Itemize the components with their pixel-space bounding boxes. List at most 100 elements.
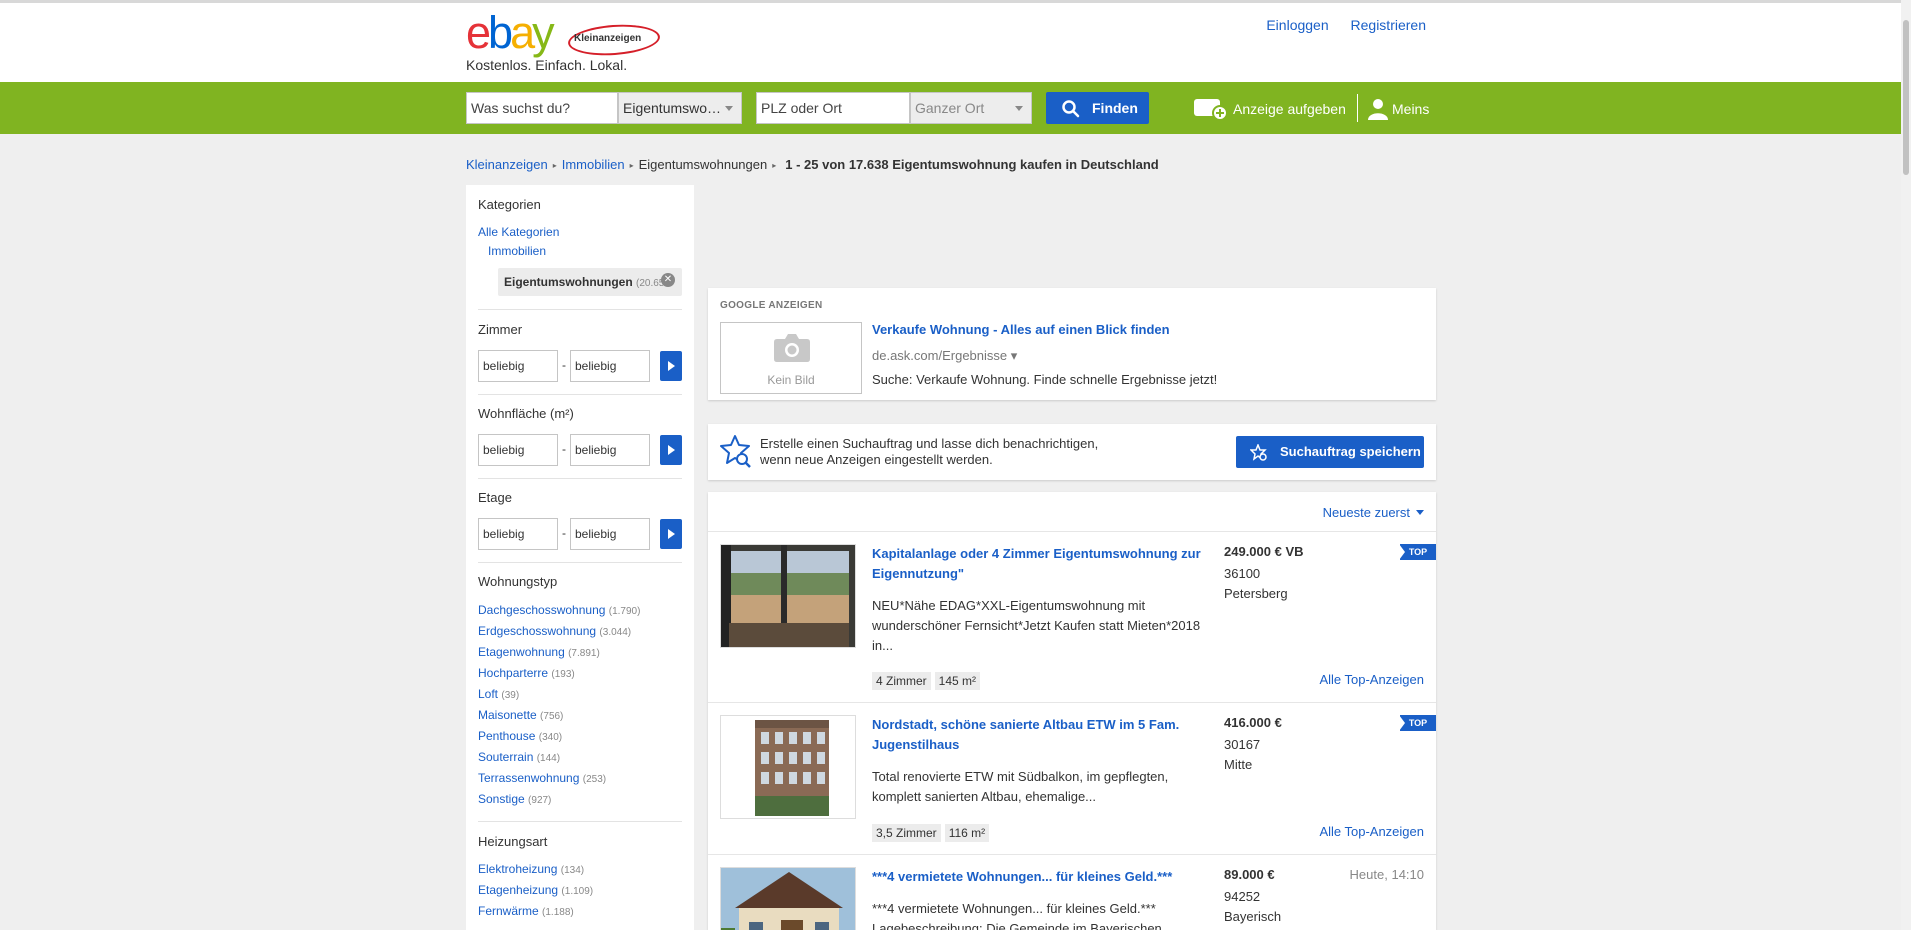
- listing-location: 30167 Mitte: [1224, 735, 1260, 775]
- wohnungstyp-item-dachgeschoss[interactable]: Dachgeschosswohnung (1.790): [478, 603, 640, 617]
- listing-location: 94252 Bayerisch: [1224, 887, 1281, 927]
- google-ad-title-link[interactable]: Verkaufe Wohnung - Alles auf einen Blick…: [872, 322, 1170, 337]
- wohnungstyp-item-erdgeschoss[interactable]: Erdgeschosswohnung (3.044): [478, 624, 631, 638]
- search-icon: [1062, 100, 1080, 118]
- heizungsart-count: (1.188): [542, 907, 574, 918]
- breadcrumb: Kleinanzeigen ▸ Immobilien ▸ Eigentumswohnun…: [466, 157, 1159, 172]
- heizungsart-item-fernwaerme[interactable]: Fernwärme (1.188): [478, 904, 574, 918]
- zimmer-heading: Zimmer: [478, 322, 523, 337]
- filter-sidebar: Kategorien Alle Kategorien Immobilien Ei…: [466, 185, 694, 930]
- wohnungstyp-label: Terrassenwohnung: [478, 771, 580, 785]
- star-search-icon: [720, 435, 751, 468]
- save-search-button[interactable]: Suchauftrag speichern: [1236, 436, 1424, 468]
- kategorien-heading: Kategorien: [478, 197, 541, 212]
- listing-desc: ***4 vermietete Wohnungen... für kleines…: [872, 901, 1162, 930]
- chevron-down-icon: [725, 106, 733, 111]
- breadcrumb-kleinanzeigen[interactable]: Kleinanzeigen: [466, 157, 548, 172]
- user-icon: [1368, 99, 1388, 120]
- listing-title[interactable]: Nordstadt, schöne sanierte Altbau ETW im…: [872, 715, 1212, 755]
- listing-title[interactable]: ***4 vermietete Wohnungen... für kleines…: [872, 867, 1212, 887]
- location-input[interactable]: PLZ oder Ort: [756, 92, 910, 124]
- listing-image[interactable]: [720, 544, 856, 648]
- all-categories-link[interactable]: Alle Kategorien: [478, 225, 559, 239]
- breadcrumb-immobilien[interactable]: Immobilien: [562, 157, 625, 172]
- listing-zip: 94252: [1224, 889, 1261, 904]
- wohnungstyp-item-souterrain[interactable]: Souterrain (144): [478, 750, 560, 764]
- divider: [1357, 94, 1358, 122]
- tagline: Kostenlos. Einfach. Lokal.: [466, 57, 628, 73]
- all-top-ads-link[interactable]: Alle Top-Anzeigen: [1319, 824, 1424, 839]
- etage-apply-button[interactable]: [660, 519, 682, 549]
- wohnungstyp-count: (193): [551, 669, 575, 680]
- radius-select[interactable]: Ganzer Ort: [910, 92, 1032, 124]
- post-ad-icon: [1194, 99, 1228, 121]
- etage-from-input[interactable]: beliebig: [478, 518, 558, 550]
- wohnflaeche-to-input[interactable]: beliebig: [570, 434, 650, 466]
- listing-image[interactable]: [720, 867, 856, 930]
- list-item[interactable]: ***4 vermietete Wohnungen... für kleines…: [708, 855, 1436, 930]
- wohnungstyp-item-etagenwohnung[interactable]: Etagenwohnung (7.891): [478, 645, 600, 659]
- google-ad-url[interactable]: de.ask.com/Ergebnisse ▾: [872, 348, 1017, 364]
- heizungsart-item-elektro[interactable]: Elektroheizung (134): [478, 862, 584, 876]
- wohnungstyp-count: (144): [536, 753, 561, 764]
- tag-area: 145 m²: [934, 672, 981, 690]
- list-item[interactable]: Nordstadt, schöne sanierte Altbau ETW im…: [708, 703, 1436, 854]
- listing-image[interactable]: [720, 715, 856, 819]
- star-search-icon: [1250, 444, 1267, 461]
- wohnungstyp-item-hochparterre[interactable]: Hochparterre (193): [478, 666, 575, 680]
- range-dash: -: [562, 442, 566, 456]
- wohnungstyp-count: (3.044): [599, 627, 632, 638]
- category-select[interactable]: Eigentumswo…: [618, 92, 742, 124]
- caret-right-icon: ▸: [552, 161, 557, 170]
- find-button[interactable]: Finden: [1046, 92, 1149, 124]
- all-top-ads-link[interactable]: Alle Top-Anzeigen: [1319, 672, 1424, 687]
- login-link[interactable]: Einloggen: [1266, 17, 1328, 33]
- listing-title[interactable]: Kapitalanlage oder 4 Zimmer Eigentumswoh…: [872, 544, 1212, 584]
- heizungsart-label: Etagenheizung: [478, 883, 559, 897]
- listing-photo: [721, 716, 855, 818]
- wohnflaeche-from-input[interactable]: beliebig: [478, 434, 558, 466]
- wohnungstyp-label: Erdgeschosswohnung: [478, 624, 597, 638]
- zimmer-from-input[interactable]: beliebig: [478, 350, 558, 382]
- wohnungstyp-item-sonstige[interactable]: Sonstige (927): [478, 792, 551, 806]
- wohnungstyp-item-maisonette[interactable]: Maisonette (756): [478, 708, 563, 722]
- listing-tags: 3,5 Zimmer 116 m²: [872, 824, 993, 842]
- breadcrumb-current: Eigentumswohnungen: [638, 157, 768, 172]
- listing-city: Mitte: [1224, 757, 1253, 772]
- wohnungstyp-count: (927): [528, 795, 552, 806]
- heizungsart-item-etagen[interactable]: Etagenheizung (1.109): [478, 883, 593, 897]
- divider: [478, 478, 682, 479]
- google-ad-card: GOOGLE ANZEIGEN Kein Bild Verkaufe Wohnu…: [708, 288, 1436, 400]
- register-link[interactable]: Registrieren: [1351, 17, 1426, 33]
- wohnungstyp-item-penthouse[interactable]: Penthouse (340): [478, 729, 562, 743]
- listing-photo: [721, 868, 855, 930]
- etage-to-input[interactable]: beliebig: [570, 518, 650, 550]
- wohnflaeche-apply-button[interactable]: [660, 435, 682, 465]
- result-list: Neueste zuerst Kapitalanlage oder 4 Zimm…: [708, 492, 1436, 930]
- range-dash: -: [562, 526, 566, 540]
- divider: [478, 309, 682, 310]
- no-image-label: Kein Bild: [767, 373, 815, 387]
- meins-label: Meins: [1392, 101, 1430, 117]
- list-item[interactable]: Kapitalanlage oder 4 Zimmer Eigentumswoh…: [708, 532, 1436, 702]
- search-input[interactable]: Was suchst du?: [466, 92, 618, 124]
- no-image-placeholder: Kein Bild: [720, 322, 862, 394]
- listing-price: 416.000 €: [1224, 715, 1282, 730]
- caret-right-icon: ▸: [772, 161, 777, 170]
- top-badge: TOP: [1399, 715, 1436, 731]
- wohnungstyp-label: Penthouse: [478, 729, 536, 743]
- wohnflaeche-heading: Wohnfläche (m²): [478, 406, 574, 421]
- immobilien-link[interactable]: Immobilien: [488, 244, 546, 258]
- scrollbar-thumb[interactable]: [1903, 20, 1909, 175]
- remove-filter-icon[interactable]: ✕: [661, 273, 675, 287]
- listing-city: Petersberg: [1224, 586, 1288, 601]
- zimmer-to-input[interactable]: beliebig: [570, 350, 650, 382]
- wohnungstyp-item-terrassenwohnung[interactable]: Terrassenwohnung (253): [478, 771, 606, 785]
- zimmer-apply-button[interactable]: [660, 351, 682, 381]
- site-header: ebay Kleinanzeigen Kostenlos. Einfach. L…: [0, 3, 1901, 82]
- wohnungstyp-item-loft[interactable]: Loft (39): [478, 687, 519, 701]
- wohnungstyp-label: Dachgeschosswohnung: [478, 603, 606, 617]
- search-alert-card: Erstelle einen Suchauftrag und lasse dic…: [708, 424, 1436, 480]
- selected-category: Eigentumswohnungen (20.65: [498, 268, 682, 296]
- sort-dropdown[interactable]: Neueste zuerst: [1323, 505, 1424, 520]
